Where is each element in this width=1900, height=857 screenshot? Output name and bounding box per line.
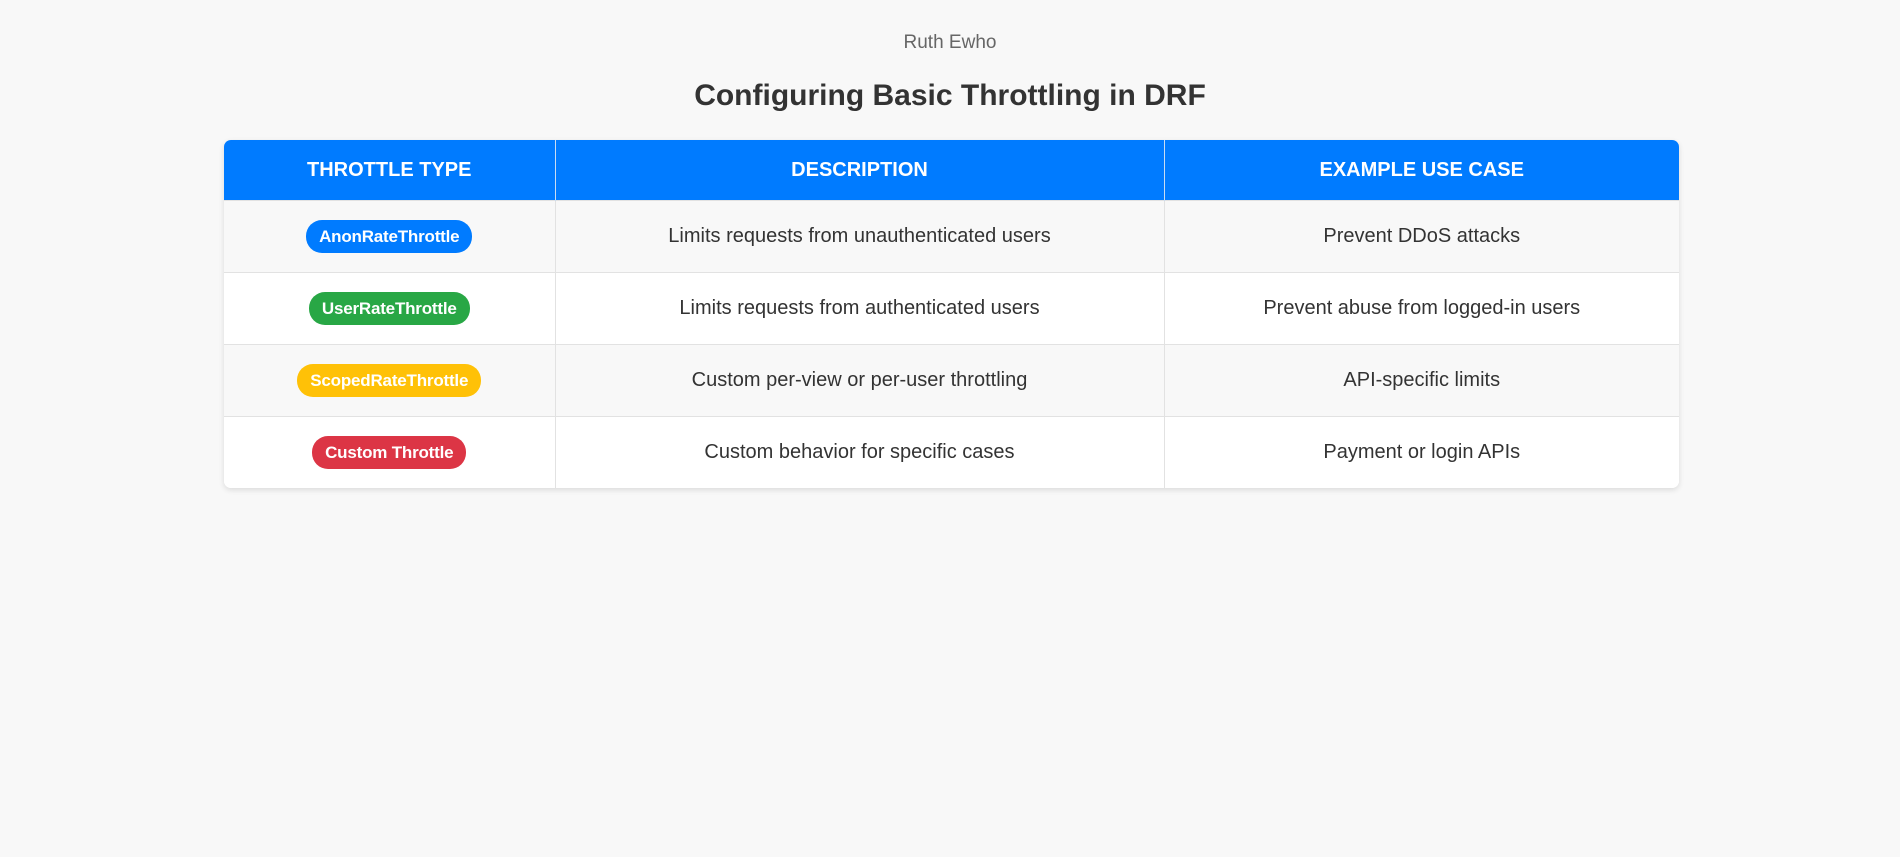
throttle-table-container: Throttle Type Description Example Use Ca… [224, 140, 1679, 488]
throttle-type-cell: AnonRateThrottle [224, 200, 556, 273]
description-cell: Limits requests from unauthenticated use… [555, 200, 1165, 273]
use-case-cell: Payment or login APIs [1164, 416, 1679, 488]
description-cell: Custom behavior for specific cases [555, 416, 1165, 488]
throttle-type-badge: Custom Throttle [312, 436, 467, 469]
table-row: Custom Throttle Custom behavior for spec… [224, 416, 1679, 488]
table-row: ScopedRateThrottle Custom per-view or pe… [224, 344, 1679, 417]
throttle-type-badge: UserRateThrottle [308, 292, 470, 325]
use-case-cell: Prevent DDoS attacks [1164, 200, 1679, 273]
throttle-type-badge: AnonRateThrottle [306, 220, 473, 253]
description-cell: Custom per-view or per-user throttling [555, 344, 1165, 417]
column-header-throttle-type: Throttle Type [224, 140, 556, 201]
header-row: Throttle Type Description Example Use Ca… [224, 140, 1679, 201]
table-body: AnonRateThrottle Limits requests from un… [224, 200, 1679, 488]
table-header: Throttle Type Description Example Use Ca… [224, 140, 1679, 201]
use-case-cell: Prevent abuse from logged-in users [1164, 272, 1679, 345]
use-case-cell: API-specific limits [1164, 344, 1679, 417]
throttle-type-cell: ScopedRateThrottle [224, 344, 556, 417]
description-cell: Limits requests from authenticated users [555, 272, 1165, 345]
table-row: UserRateThrottle Limits requests from au… [224, 272, 1679, 345]
throttle-table: Throttle Type Description Example Use Ca… [224, 140, 1679, 488]
column-header-description: Description [555, 140, 1165, 201]
column-header-example-use-case: Example Use Case [1164, 140, 1679, 201]
page-title: Configuring Basic Throttling in DRF [694, 79, 1206, 112]
throttle-type-cell: UserRateThrottle [224, 272, 556, 345]
table-row: AnonRateThrottle Limits requests from un… [224, 200, 1679, 273]
author-name: Ruth Ewho [903, 32, 997, 53]
throttle-type-cell: Custom Throttle [224, 416, 556, 488]
throttle-type-badge: ScopedRateThrottle [297, 364, 482, 397]
